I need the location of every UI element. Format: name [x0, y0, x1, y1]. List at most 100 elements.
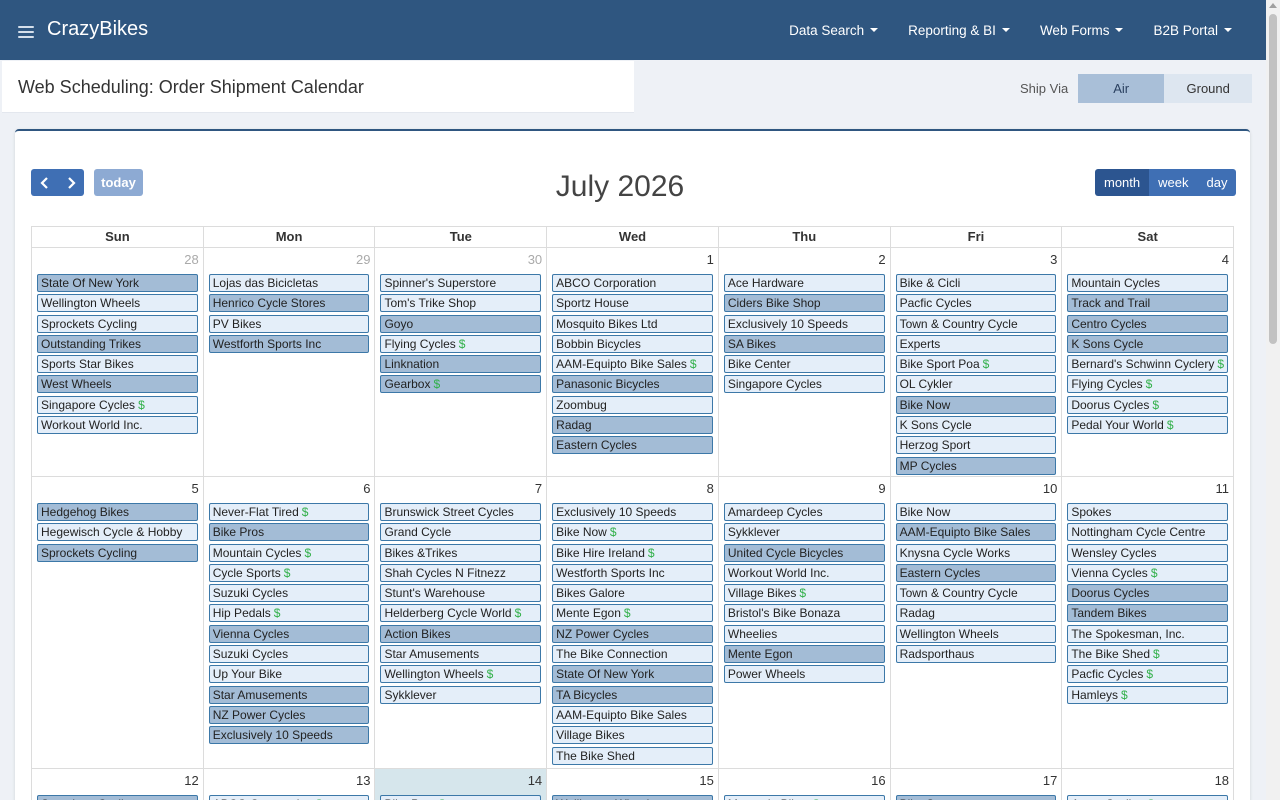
shipment-event[interactable]: Bobbin Bicycles — [552, 334, 713, 353]
shipment-event[interactable]: Wellington Wheels — [552, 795, 713, 800]
shipment-event[interactable]: Bike & Cicli — [895, 274, 1057, 292]
shipment-event[interactable]: Bike Pros$ — [380, 795, 542, 800]
shipment-event[interactable]: Sykklever — [380, 685, 542, 704]
shipment-event[interactable]: Hip Pedals $ — [208, 604, 370, 623]
shipment-event[interactable]: Bike Pros — [208, 523, 370, 542]
day-number[interactable]: 2 — [719, 248, 890, 271]
shipment-event[interactable]: Mountain Bikes$ — [723, 795, 885, 800]
shipment-event[interactable]: Zoombug — [552, 395, 713, 414]
today-button[interactable]: today — [94, 169, 143, 196]
shipment-event[interactable]: The Bike Shed — [552, 746, 713, 765]
day-number[interactable]: 17 — [891, 769, 1062, 792]
day-number[interactable]: 30 — [375, 248, 546, 271]
day-number[interactable]: 11 — [1062, 477, 1233, 500]
shipment-event[interactable]: Sprockets Cycling — [37, 314, 198, 333]
day-number[interactable]: 13 — [204, 769, 375, 792]
shipment-event[interactable]: Herzog Sport — [895, 436, 1057, 455]
shipment-event[interactable]: Mente Egon — [723, 645, 885, 664]
shipment-event[interactable]: Exclusively 10 Speeds — [208, 726, 370, 745]
shipment-event[interactable]: AAM-Equipto Bike Sales $ — [552, 355, 713, 374]
next-month-button[interactable] — [57, 169, 84, 196]
shipment-event[interactable]: Exclusively 10 Speeds — [723, 314, 885, 333]
shipment-event[interactable]: Action Bikes — [380, 624, 542, 643]
shipment-event[interactable]: Bristol's Bike Bonaza — [723, 604, 885, 623]
shipment-event[interactable]: The Spokesman, Inc. — [1067, 624, 1229, 643]
shipment-event[interactable]: Radsporthaus — [895, 645, 1057, 664]
shipment-event[interactable]: Town & Country Cycle — [895, 314, 1057, 333]
shipment-event[interactable]: Hamleys $ — [1067, 685, 1229, 704]
shipment-event[interactable]: SA Bikes — [723, 334, 885, 353]
shipment-event[interactable]: Panasonic Bicycles — [552, 375, 713, 394]
shipment-event[interactable]: Spokes — [1067, 503, 1229, 521]
nav-b2b-portal[interactable]: B2B Portal — [1153, 23, 1232, 38]
calendar-day-cell[interactable]: 10 Bike Now AAM-Equipto Bike Sales Knysna C… — [891, 477, 1063, 768]
shipment-event[interactable]: Stunt's Warehouse — [380, 584, 542, 603]
shipment-event[interactable]: ABCO Corporation — [552, 274, 713, 292]
day-number[interactable]: 5 — [32, 477, 203, 500]
shipment-event[interactable]: Radag — [552, 416, 713, 435]
shipment-event[interactable]: Ace Hardware — [723, 274, 885, 292]
shipment-event[interactable]: Flying Cycles $ — [1067, 375, 1229, 394]
shipment-event[interactable]: West Wheels — [37, 375, 198, 394]
shipment-event[interactable]: Acme Cycling$ — [1067, 795, 1229, 800]
shipment-event[interactable]: Doorus Cycles $ — [1067, 395, 1229, 414]
day-number[interactable]: 10 — [891, 477, 1062, 500]
calendar-day-cell[interactable]: 28 State Of New York Wellington Wheels Spro… — [32, 248, 204, 476]
shipment-event[interactable]: Hegewisch Cycle & Hobby — [37, 523, 198, 542]
calendar-day-cell[interactable]: 8 Exclusively 10 Speeds Bike Now $ Bike Hire… — [547, 477, 719, 768]
shipment-event[interactable]: Vienna Cycles $ — [1067, 563, 1229, 582]
calendar-day-cell[interactable]: 1 ABCO Corporation Sportz House Mosquito Bi… — [547, 248, 719, 476]
shipment-event[interactable]: Sports Star Bikes — [37, 355, 198, 374]
shipment-event[interactable]: Pedal Your World $ — [1067, 416, 1229, 435]
calendar-day-cell[interactable]: 17 Bike Sport — [891, 769, 1063, 800]
shipment-event[interactable]: Bike Center — [723, 355, 885, 374]
shipment-event[interactable]: Nottingham Cycle Centre — [1067, 523, 1229, 542]
shipment-event[interactable]: Mosquito Bikes Ltd — [552, 314, 713, 333]
view-day-button[interactable]: day — [1197, 169, 1237, 196]
view-month-button[interactable]: month — [1095, 169, 1150, 196]
calendar-day-today[interactable]: 14 Bike Pros$ — [375, 769, 548, 800]
shipment-event[interactable]: Goyo — [380, 314, 542, 333]
shipment-event[interactable]: Workout World Inc. — [37, 416, 198, 435]
calendar-day-cell[interactable]: 12 Sprockets Cycling — [32, 769, 204, 800]
calendar-day-cell[interactable]: 11 Spokes Nottingham Cycle Centre Wensley C… — [1062, 477, 1233, 768]
shipment-event[interactable]: Vienna Cycles — [208, 624, 370, 643]
shipment-event[interactable]: Tom's Trike Shop — [380, 294, 542, 313]
shipment-event[interactable]: Linknation — [380, 355, 542, 374]
shipment-event[interactable]: NZ Power Cycles — [552, 624, 713, 643]
shipment-event[interactable]: Bike Sport Poa $ — [895, 355, 1057, 374]
day-number[interactable]: 9 — [719, 477, 890, 500]
shipment-event[interactable]: Suzuki Cycles — [208, 584, 370, 603]
nav-data-search[interactable]: Data Search — [789, 23, 879, 38]
shipment-event[interactable]: Wellington Wheels — [895, 624, 1057, 643]
day-number[interactable]: 16 — [719, 769, 890, 792]
scroll-thumb[interactable] — [1269, 14, 1277, 344]
shipment-event[interactable]: Up Your Bike — [208, 665, 370, 684]
calendar-day-cell[interactable]: 9 Amardeep Cycles Sykklever United Cycle Bi… — [719, 477, 891, 768]
shipment-event[interactable]: Bikes Galore — [552, 584, 713, 603]
shipment-event[interactable]: Tandem Bikes — [1067, 604, 1229, 623]
shipment-event[interactable]: Star Amusements — [208, 685, 370, 704]
shipment-event[interactable]: Mountain Cycles — [1067, 274, 1229, 292]
shipment-event[interactable]: Centro Cycles — [1067, 314, 1229, 333]
shipment-event[interactable]: PV Bikes — [208, 314, 370, 333]
shipment-event[interactable]: Westforth Sports Inc — [208, 334, 370, 353]
shipment-event[interactable]: Westforth Sports Inc — [552, 563, 713, 582]
shipment-event[interactable]: Town & Country Cycle — [895, 584, 1057, 603]
shipment-event[interactable]: Wensley Cycles — [1067, 543, 1229, 562]
shipment-event[interactable]: Bike Now $ — [552, 523, 713, 542]
shipment-event[interactable]: Mountain Cycles $ — [208, 543, 370, 562]
shipment-event[interactable]: NZ Power Cycles — [208, 705, 370, 724]
view-week-button[interactable]: week — [1149, 169, 1198, 196]
shipment-event[interactable]: Village Bikes — [552, 726, 713, 745]
shipment-event[interactable]: Village Bikes $ — [723, 584, 885, 603]
shipment-event[interactable]: Doorus Cycles — [1067, 584, 1229, 603]
brand-logo[interactable]: CrazyBikes — [47, 18, 148, 41]
calendar-day-cell[interactable]: 16 Mountain Bikes$ — [719, 769, 891, 800]
shipment-event[interactable]: Spinner's Superstore — [380, 274, 542, 292]
calendar-day-cell[interactable]: 2 Ace Hardware Ciders Bike Shop Exclusively… — [719, 248, 891, 476]
shipment-event[interactable]: Cycle Sports $ — [208, 563, 370, 582]
page-scrollbar[interactable] — [1266, 0, 1280, 800]
shipment-event[interactable]: K Sons Cycle — [895, 416, 1057, 435]
day-number[interactable]: 7 — [375, 477, 546, 500]
